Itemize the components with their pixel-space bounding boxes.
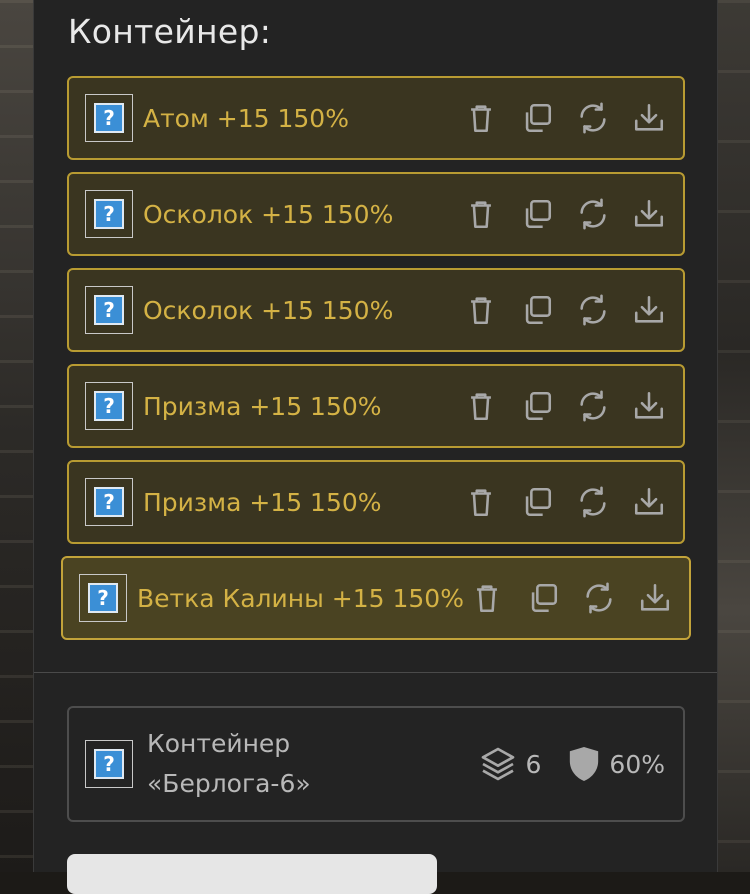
refresh-button[interactable] <box>575 388 611 424</box>
download-icon <box>632 485 666 519</box>
download-icon <box>632 101 666 135</box>
item-actions <box>463 292 667 328</box>
item-name: Ветка Калины +15 150% <box>137 583 464 613</box>
shield-icon <box>570 747 599 781</box>
item-name: Призма +15 150% <box>143 487 382 517</box>
download-button[interactable] <box>631 388 667 424</box>
refresh-icon <box>576 293 610 327</box>
item-icon: ? <box>85 190 133 238</box>
trash-button[interactable] <box>463 196 499 232</box>
copy-button[interactable] <box>525 580 561 616</box>
item-row[interactable]: ? Атом +15 150% <box>67 76 685 160</box>
item-name: Осколок +15 150% <box>143 295 394 325</box>
item-icon: ? <box>85 286 133 334</box>
container-name: Контейнер «Берлога-6» <box>147 724 447 804</box>
copy-icon <box>520 485 554 519</box>
refresh-button[interactable] <box>575 196 611 232</box>
question-mark-icon: ? <box>94 391 124 421</box>
item-icon: ? <box>85 478 133 526</box>
item-row[interactable]: ? Ветка Калины +15 150% <box>61 556 691 640</box>
download-button[interactable] <box>637 580 673 616</box>
trash-button[interactable] <box>469 580 505 616</box>
divider <box>34 672 717 673</box>
background-left-strip <box>0 0 34 872</box>
protection-stat: 60% <box>567 745 665 783</box>
copy-icon <box>520 389 554 423</box>
copy-icon <box>526 581 560 615</box>
refresh-button[interactable] <box>575 100 611 136</box>
download-button[interactable] <box>631 292 667 328</box>
item-icon: ? <box>85 382 133 430</box>
download-button[interactable] <box>631 100 667 136</box>
container-card[interactable]: ? Контейнер «Берлога-6» 6 60% <box>67 706 685 822</box>
trash-button[interactable] <box>463 388 499 424</box>
question-mark-icon: ? <box>94 199 124 229</box>
download-icon <box>638 581 672 615</box>
copy-button[interactable] <box>519 196 555 232</box>
layers-count: 6 <box>525 749 542 779</box>
trash-button[interactable] <box>463 292 499 328</box>
trash-icon <box>464 389 498 423</box>
panel-title: Контейнер: <box>68 12 272 51</box>
layers-icon <box>481 747 514 781</box>
refresh-icon <box>576 389 610 423</box>
item-actions <box>463 484 667 520</box>
item-row[interactable]: ? Осколок +15 150% <box>67 172 685 256</box>
download-button[interactable] <box>631 484 667 520</box>
copy-button[interactable] <box>519 484 555 520</box>
question-mark-icon: ? <box>94 103 124 133</box>
item-row[interactable]: ? Осколок +15 150% <box>67 268 685 352</box>
item-row[interactable]: ? Призма +15 150% <box>67 364 685 448</box>
question-mark-icon: ? <box>94 487 124 517</box>
item-actions <box>469 580 673 616</box>
refresh-icon <box>576 485 610 519</box>
item-actions <box>463 100 667 136</box>
copy-button[interactable] <box>519 292 555 328</box>
trash-icon <box>470 581 504 615</box>
item-actions <box>463 196 667 232</box>
container-icon: ? <box>85 740 133 788</box>
item-name: Атом +15 150% <box>143 103 349 133</box>
container-panel: Контейнер: ? Атом +15 150%? Осколок +15 15… <box>33 0 718 894</box>
refresh-button[interactable] <box>575 292 611 328</box>
refresh-icon <box>582 581 616 615</box>
question-mark-icon: ? <box>94 749 124 779</box>
copy-button[interactable] <box>519 100 555 136</box>
item-icon: ? <box>85 94 133 142</box>
trash-button[interactable] <box>463 484 499 520</box>
trash-icon <box>464 293 498 327</box>
copy-button[interactable] <box>519 388 555 424</box>
download-icon <box>632 389 666 423</box>
copy-icon <box>520 197 554 231</box>
protection-value: 60% <box>609 749 665 779</box>
trash-icon <box>464 197 498 231</box>
refresh-button[interactable] <box>575 484 611 520</box>
trash-icon <box>464 485 498 519</box>
refresh-icon <box>576 101 610 135</box>
item-icon: ? <box>79 574 127 622</box>
question-mark-icon: ? <box>94 295 124 325</box>
download-icon <box>632 293 666 327</box>
background-right-strip <box>716 0 750 872</box>
item-actions <box>463 388 667 424</box>
copy-icon <box>520 101 554 135</box>
refresh-button[interactable] <box>581 580 617 616</box>
trash-icon <box>464 101 498 135</box>
container-name-line2: «Берлога-6» <box>147 769 311 798</box>
refresh-icon <box>576 197 610 231</box>
copy-icon <box>520 293 554 327</box>
item-name: Призма +15 150% <box>143 391 382 421</box>
question-mark-icon: ? <box>88 583 118 613</box>
container-name-line1: Контейнер <box>147 729 291 758</box>
trash-button[interactable] <box>463 100 499 136</box>
item-row[interactable]: ? Призма +15 150% <box>67 460 685 544</box>
layers-stat: 6 <box>478 744 542 784</box>
bottom-action-button[interactable] <box>67 854 437 894</box>
download-icon <box>632 197 666 231</box>
container-stats: 6 60% <box>478 744 665 784</box>
download-button[interactable] <box>631 196 667 232</box>
item-name: Осколок +15 150% <box>143 199 394 229</box>
